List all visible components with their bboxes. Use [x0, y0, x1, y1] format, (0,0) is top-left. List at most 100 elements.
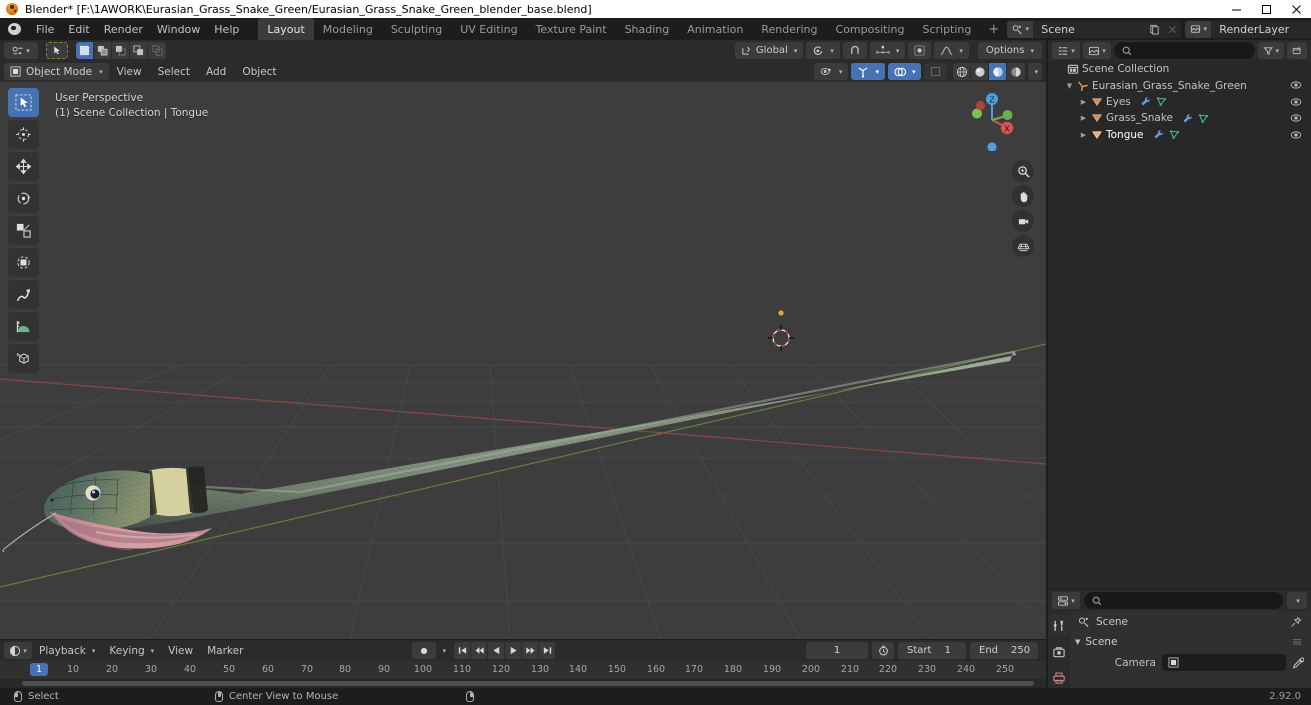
pan-hand-icon[interactable] [1012, 185, 1034, 207]
properties-tab-tool[interactable] [1049, 615, 1069, 636]
snap-magnet-icon[interactable] [842, 42, 867, 59]
timeline-ruler[interactable]: 1 10 20 30 40 50 60 70 80 90 100 110 120… [0, 661, 1046, 679]
menu-file[interactable]: File [29, 20, 61, 39]
record-keyframe-icon[interactable] [412, 642, 437, 659]
disclosure-triangle[interactable]: ▶ [1078, 131, 1089, 139]
navigation-gizmo[interactable]: Z X [961, 89, 1023, 151]
outliner-row-eurasian-grass-snake-green[interactable]: ▼ Eurasian_Grass_Snake_Green [1048, 77, 1311, 93]
shading-options-caret[interactable]: ▾ [1028, 63, 1042, 80]
timeline-horizontal-scrollbar[interactable] [22, 681, 1034, 686]
eyedropper-icon[interactable] [1292, 656, 1304, 669]
visibility-eye-icon[interactable] [1290, 129, 1302, 141]
section-collapse-arrow[interactable]: ▼ [1075, 638, 1080, 646]
visibility-eye-icon[interactable] [1290, 112, 1302, 124]
tweak-select-box-tool[interactable] [8, 88, 39, 117]
properties-editor-icon[interactable]: ▾ [1052, 592, 1080, 609]
viewlayer-icon[interactable]: ▾ [1185, 20, 1212, 38]
timeline-menu-marker[interactable]: Marker [200, 642, 250, 659]
proportional-falloff-dropdown[interactable]: ▾ [934, 42, 969, 59]
timeline-editor-icon[interactable]: ▾ [4, 642, 32, 659]
outliner-row-grass-snake[interactable]: ▶ Grass_Snake [1048, 110, 1311, 126]
mesh-triangle-icon[interactable] [1156, 96, 1167, 107]
select-extend-icon[interactable] [94, 42, 112, 59]
options-dropdown[interactable]: Options ▾ [977, 42, 1042, 59]
measure-tool[interactable] [8, 312, 39, 341]
tab-shading[interactable]: Shading [616, 18, 679, 40]
timer-icon[interactable] [872, 642, 894, 659]
tab-layout[interactable]: Layout [258, 18, 314, 40]
timeline-menu-keying[interactable]: Keying ▾ [102, 642, 161, 659]
tab-rendering[interactable]: Rendering [752, 18, 826, 40]
shading-material-preview-icon[interactable] [989, 63, 1008, 80]
frame-start-field[interactable]: Start 1 [898, 642, 966, 659]
pivot-point-dropdown[interactable]: ▾ [806, 42, 840, 59]
jump-to-end-button[interactable] [539, 642, 556, 659]
scale-tool[interactable] [8, 216, 39, 245]
proportional-edit-icon[interactable] [908, 42, 932, 59]
transform-tool[interactable] [8, 248, 39, 277]
minimize-button[interactable] [1221, 0, 1251, 18]
properties-scene-section-header[interactable]: ▼ Scene [1070, 632, 1311, 652]
shading-rendered-icon[interactable] [1007, 63, 1026, 80]
outliner-row-eyes[interactable]: ▶ Eyes [1048, 94, 1311, 110]
disclosure-triangle[interactable]: ▼ [1064, 82, 1075, 90]
tab-uv-editing[interactable]: UV Editing [451, 18, 526, 40]
tab-animation[interactable]: Animation [678, 18, 752, 40]
menu-render[interactable]: Render [97, 20, 150, 39]
play-button[interactable] [505, 642, 522, 659]
mesh-triangle-icon[interactable] [1198, 113, 1209, 124]
properties-options-caret[interactable]: ▾ [1287, 592, 1307, 609]
snap-increment-dropdown[interactable]: ▾ [869, 42, 906, 59]
add-cube-tool[interactable] [8, 344, 39, 373]
tweak-tool-icon[interactable] [46, 42, 68, 59]
viewport-menu-select[interactable]: Select [150, 63, 198, 80]
modifier-icon[interactable] [1140, 96, 1151, 107]
tab-sculpting[interactable]: Sculpting [382, 18, 451, 40]
outliner-search-input[interactable] [1114, 42, 1255, 59]
new-collection-icon[interactable] [1287, 42, 1307, 59]
transform-orientation-dropdown[interactable]: Global ▾ [734, 42, 804, 59]
new-scene-icon[interactable] [1145, 21, 1163, 38]
unlink-scene-icon[interactable] [1163, 21, 1181, 38]
3d-viewport[interactable]: User Perspective (1) Scene Collection | … [0, 82, 1046, 639]
camera-field[interactable] [1162, 654, 1286, 671]
scene-icon[interactable]: ▾ [1007, 20, 1034, 38]
move-tool[interactable] [8, 152, 39, 181]
object-visibility-icon[interactable]: ▾ [813, 63, 849, 80]
toggle-ortho-icon[interactable] [1012, 235, 1034, 257]
select-subtract-icon[interactable] [112, 42, 130, 59]
editor-type-icon[interactable]: ▾ [4, 42, 38, 59]
shading-solid-icon[interactable] [971, 63, 990, 80]
pin-icon[interactable] [1290, 615, 1311, 628]
rotate-tool[interactable] [8, 184, 39, 213]
blender-menu-icon[interactable] [7, 21, 23, 37]
disclosure-triangle[interactable]: ▶ [1078, 98, 1089, 106]
prev-keyframe-button[interactable] [471, 642, 488, 659]
frame-end-field[interactable]: End 250 [970, 642, 1038, 659]
play-reverse-button[interactable] [488, 642, 505, 659]
tab-compositing[interactable]: Compositing [827, 18, 914, 40]
tab-modeling[interactable]: Modeling [314, 18, 382, 40]
viewlayer-selector[interactable]: ▾ RenderLayer [1185, 20, 1311, 38]
tab-texture-paint[interactable]: Texture Paint [527, 18, 616, 40]
menu-window[interactable]: Window [150, 20, 207, 39]
zoom-icon[interactable] [1012, 160, 1034, 182]
next-keyframe-button[interactable] [522, 642, 539, 659]
cursor-tool[interactable] [8, 120, 39, 149]
menu-edit[interactable]: Edit [61, 20, 96, 39]
scene-selector[interactable]: ▾ Scene [1007, 20, 1182, 38]
viewlayer-name[interactable]: RenderLayer [1211, 20, 1311, 38]
properties-tab-output[interactable] [1049, 667, 1069, 688]
select-intersect-icon[interactable] [148, 42, 166, 59]
gizmo-toggle-icon[interactable]: ▾ [851, 63, 885, 80]
visibility-eye-icon[interactable] [1290, 79, 1302, 91]
scene-name[interactable]: Scene [1033, 20, 1146, 38]
outliner-panel[interactable]: Scene Collection ▼ Eurasian_Grass_Snake_… [1048, 61, 1311, 589]
maximize-button[interactable] [1251, 0, 1281, 18]
modifier-icon[interactable] [1182, 113, 1193, 124]
outliner-display-mode-icon[interactable]: ▾ [1052, 42, 1080, 59]
camera-view-icon[interactable] [1012, 210, 1034, 232]
filter-id-icon[interactable]: ▾ [1083, 42, 1111, 59]
modifier-icon[interactable] [1153, 129, 1164, 140]
timeline-menu-playback[interactable]: Playback ▾ [32, 642, 102, 659]
